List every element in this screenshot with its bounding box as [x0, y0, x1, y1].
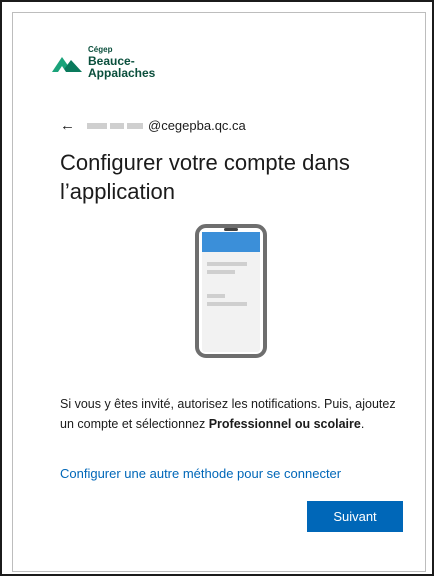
arrow-left-icon[interactable]: ←	[60, 118, 75, 133]
account-email-domain: @cegepba.qc.ca	[148, 118, 246, 133]
brand-logo: Cégep Beauce- Appalaches	[52, 46, 155, 79]
redacted-username	[87, 122, 146, 129]
account-identifier: ← @cegepba.qc.ca	[60, 118, 246, 133]
brand-small-text: Cégep	[88, 45, 113, 54]
instructions-bold: Professionnel ou scolaire	[208, 417, 361, 431]
instructions-part-2: .	[360, 417, 365, 431]
alternate-method-link[interactable]: Configurer une autre méthode pour se con…	[60, 466, 341, 481]
brand-line-2: Appalaches	[88, 66, 156, 80]
window-frame: Cégep Beauce- Appalaches ← @cegepba.qc.c…	[0, 0, 434, 576]
brand-name: Cégep Beauce- Appalaches	[88, 45, 156, 80]
mountain-logo-icon	[52, 57, 82, 72]
next-button[interactable]: Suivant	[307, 501, 403, 532]
instructions-text: Si vous y êtes invité, autorisez les not…	[60, 394, 400, 434]
phone-illustration-icon	[195, 224, 267, 358]
page-title: Configurer votre compte dans l’applicati…	[60, 150, 350, 204]
